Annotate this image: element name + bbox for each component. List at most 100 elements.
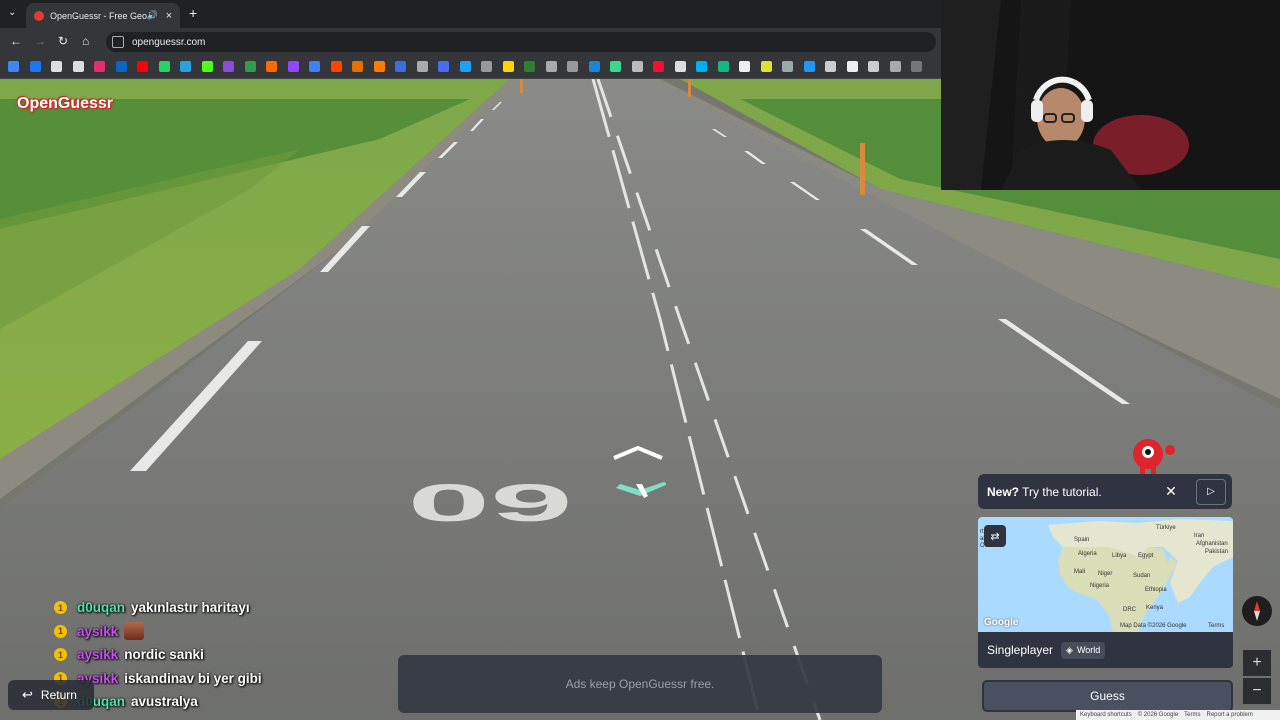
map-selector-chip[interactable]: ◈ World bbox=[1061, 641, 1106, 659]
play-icon[interactable]: ▷ bbox=[1196, 478, 1226, 505]
footer-terms-link[interactable]: Terms bbox=[1184, 712, 1200, 718]
bookmark-icon[interactable] bbox=[223, 61, 234, 72]
map-label: Pakistan bbox=[1205, 549, 1229, 555]
bookmark-icon[interactable] bbox=[266, 61, 277, 72]
bookmark-icon[interactable] bbox=[717, 61, 729, 72]
url-field[interactable]: openguessr.com bbox=[106, 32, 936, 52]
back-icon[interactable]: ← bbox=[10, 34, 22, 48]
return-label: Return bbox=[40, 688, 77, 702]
browser-tab[interactable]: OpenGuessr - Free GeoGuessr 🔊 × bbox=[26, 3, 180, 28]
chat-message: 1 aysikk nordic sanki bbox=[54, 643, 374, 667]
bookmark-icon[interactable] bbox=[244, 61, 256, 72]
bookmark-icon[interactable] bbox=[588, 61, 600, 72]
bookmark-icon[interactable] bbox=[115, 61, 127, 72]
report-problem-link[interactable]: Report a problem bbox=[1207, 712, 1253, 718]
bookmark-icon[interactable] bbox=[158, 61, 170, 72]
bookmark-icon[interactable] bbox=[330, 61, 342, 72]
bookmark-icon[interactable] bbox=[739, 61, 750, 72]
site-info-icon[interactable] bbox=[112, 36, 124, 48]
bookmark-icon[interactable] bbox=[610, 61, 621, 72]
chat-text: nordic sanki bbox=[124, 647, 204, 663]
bookmark-icon[interactable] bbox=[8, 61, 19, 72]
bookmark-icon[interactable] bbox=[868, 61, 879, 72]
chat-message: 1 d0uqan yakınlastır haritayı bbox=[54, 596, 374, 620]
close-icon[interactable]: ✕ bbox=[1160, 481, 1182, 503]
bookmark-icon[interactable] bbox=[653, 61, 664, 72]
new-tab-button[interactable]: + bbox=[189, 6, 197, 20]
bookmark-icon[interactable] bbox=[201, 61, 213, 72]
keyboard-shortcuts-link[interactable]: Keyboard shortcuts bbox=[1080, 712, 1132, 718]
forward-icon[interactable]: → bbox=[34, 34, 46, 48]
map-label: Kenya bbox=[1146, 605, 1164, 611]
bookmark-icon[interactable] bbox=[352, 61, 363, 72]
map-label: Niger bbox=[1098, 571, 1113, 577]
tab-close-icon[interactable]: × bbox=[162, 10, 176, 22]
bookmark-icon[interactable] bbox=[760, 61, 772, 72]
map-label: Türkiye bbox=[1156, 525, 1176, 531]
bookmark-icon[interactable] bbox=[395, 61, 406, 72]
reload-icon[interactable]: ↻ bbox=[58, 34, 68, 48]
speed-marking-text: 60 bbox=[407, 473, 572, 532]
bookmark-icon[interactable] bbox=[438, 61, 449, 72]
game-mode-bar: Singleplayer ◈ World bbox=[978, 632, 1233, 668]
bookmark-icon[interactable] bbox=[782, 61, 793, 72]
bookmark-icon[interactable] bbox=[180, 61, 191, 72]
bookmark-icon[interactable] bbox=[287, 61, 299, 72]
map-label: Spain bbox=[1074, 537, 1090, 543]
bookmark-icon[interactable] bbox=[309, 61, 320, 72]
tab-search-chevron-icon[interactable]: ⌄ bbox=[8, 7, 16, 18]
bookmark-icon[interactable] bbox=[803, 61, 815, 72]
return-button[interactable]: ↩ Return bbox=[8, 680, 94, 710]
bookmark-icon[interactable] bbox=[846, 61, 858, 72]
bookmark-icon[interactable] bbox=[696, 61, 707, 72]
bookmark-icon[interactable] bbox=[29, 61, 41, 72]
map-terms-link[interactable]: Terms bbox=[1208, 623, 1224, 629]
zoom-out-button[interactable]: − bbox=[1243, 678, 1271, 704]
map-label: Sudan bbox=[1133, 573, 1151, 579]
chat-text: yakınlastır haritayı bbox=[131, 600, 250, 616]
map-label: Mali bbox=[1074, 569, 1086, 575]
chat-message: 1 aysikk iskandinav bi yer gibi bbox=[54, 667, 374, 691]
emote-icon bbox=[124, 622, 145, 641]
bookmark-icon[interactable] bbox=[137, 61, 148, 72]
bookmark-icon[interactable] bbox=[825, 61, 836, 72]
subscriber-badge-icon: 1 bbox=[54, 648, 67, 662]
bookmark-icon[interactable] bbox=[889, 61, 901, 72]
tutorial-banner: New? Try the tutorial. ✕ ▷ bbox=[978, 474, 1232, 509]
bookmark-icon[interactable] bbox=[674, 61, 686, 72]
move-forward-arrow-icon[interactable] bbox=[610, 444, 666, 500]
subscriber-badge-icon: 1 bbox=[54, 601, 67, 615]
map-attribution: Map Data ©2026 Google bbox=[1120, 623, 1187, 629]
bookmark-icon[interactable] bbox=[502, 61, 514, 72]
bookmark-icon[interactable] bbox=[911, 61, 922, 72]
compass-icon[interactable] bbox=[1242, 596, 1272, 626]
chat-username: aysikk bbox=[77, 623, 119, 639]
home-icon[interactable]: ⌂ bbox=[82, 34, 89, 48]
zoom-in-button[interactable]: + bbox=[1243, 650, 1271, 676]
stream-chat: 1 d0uqan yakınlastır haritayı 1 aysikk 1 aysik… bbox=[54, 596, 374, 714]
layers-icon: ◈ bbox=[1066, 644, 1073, 655]
bookmark-icon[interactable] bbox=[416, 61, 428, 72]
tab-title: OpenGuessr - Free GeoGuessr bbox=[50, 10, 147, 21]
openguessr-favicon-icon bbox=[34, 10, 44, 21]
bookmark-icon[interactable] bbox=[94, 61, 105, 72]
bookmark-icon[interactable] bbox=[567, 61, 578, 72]
copyright-text: © 2026 Google bbox=[1137, 712, 1179, 718]
map-label: rth bbox=[980, 529, 988, 535]
bookmark-icon[interactable] bbox=[631, 61, 643, 72]
chat-message: 1d0uqanavustralya bbox=[54, 690, 374, 714]
bookmark-icon[interactable] bbox=[72, 61, 84, 72]
tutorial-text[interactable]: Try the tutorial. bbox=[1022, 485, 1102, 499]
speaker-icon[interactable]: 🔊 bbox=[147, 10, 158, 21]
map-label: Egypt bbox=[1138, 553, 1154, 559]
chat-username: aysikk bbox=[77, 647, 119, 663]
bookmark-icon[interactable] bbox=[373, 61, 385, 72]
google-logo: Google bbox=[984, 617, 1019, 628]
bookmark-icon[interactable] bbox=[481, 61, 492, 72]
bookmark-icon[interactable] bbox=[524, 61, 535, 72]
bookmark-icon[interactable] bbox=[51, 61, 62, 72]
bookmark-icon[interactable] bbox=[545, 61, 557, 72]
guess-map[interactable]: ⇄ rth antic Ocean Spain Türkiye Algeria … bbox=[978, 517, 1233, 632]
bookmark-icon[interactable] bbox=[459, 61, 471, 72]
guess-button[interactable]: Guess bbox=[982, 680, 1233, 712]
